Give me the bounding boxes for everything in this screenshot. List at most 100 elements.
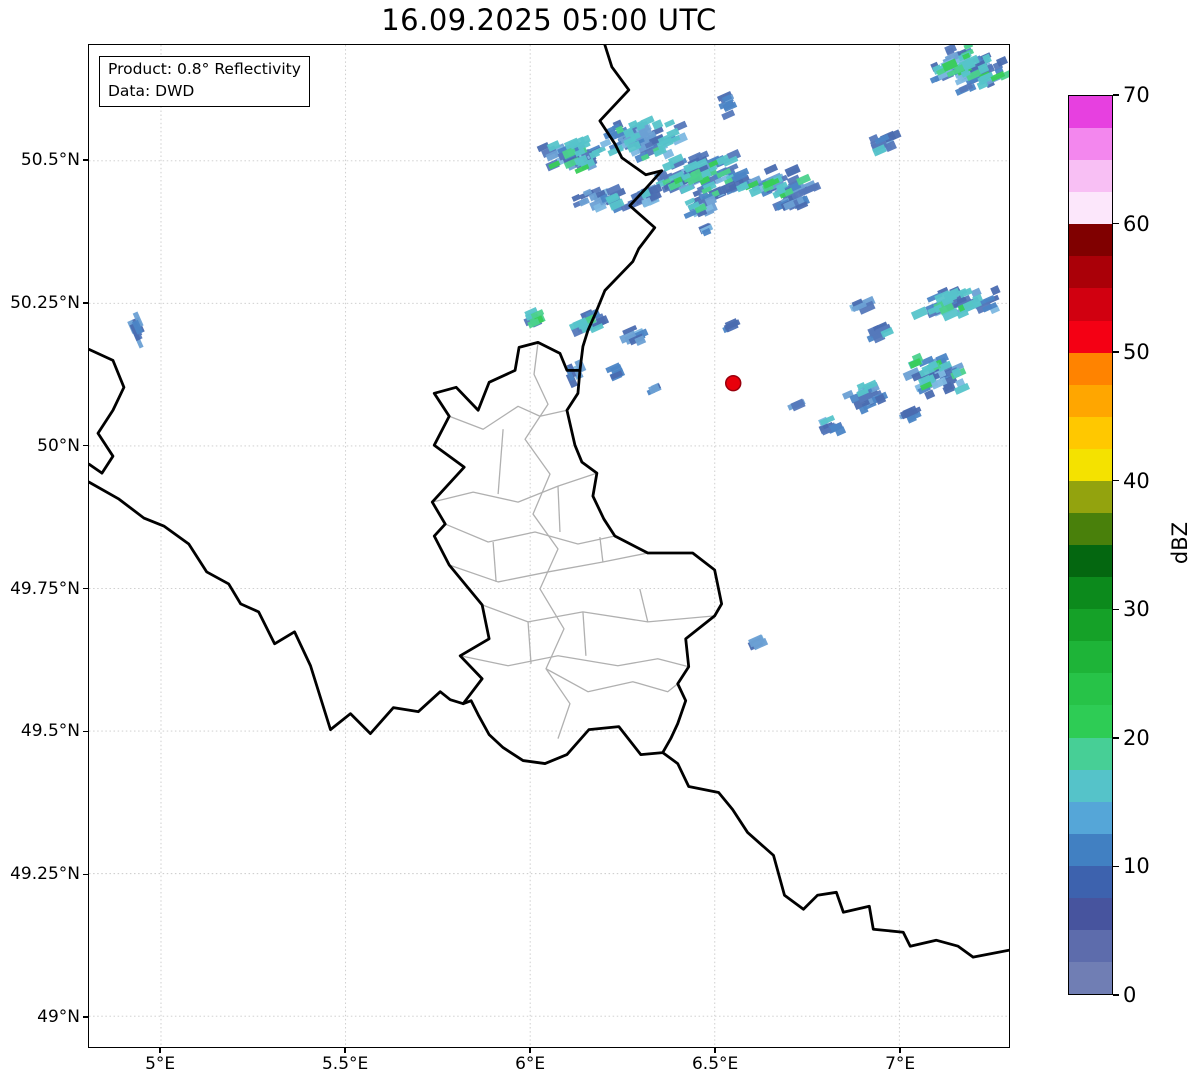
colorbar-tick-label: 10 xyxy=(1123,854,1150,879)
country-border-path xyxy=(661,751,1009,959)
colorbar-segment xyxy=(1069,577,1112,610)
colorbar-segment xyxy=(1069,224,1112,257)
x-tick-mark xyxy=(159,1048,161,1053)
y-tick-label: 50.25°N xyxy=(10,292,80,313)
colorbar-segment xyxy=(1069,545,1112,578)
x-tick-label: 7°E xyxy=(885,1054,916,1074)
x-tick-mark xyxy=(899,1048,901,1053)
radar-echoes xyxy=(127,45,1009,651)
x-tick-label: 5°E xyxy=(145,1054,176,1074)
country-border-path xyxy=(89,347,126,475)
colorbar-segment xyxy=(1069,769,1112,802)
y-tick-mark xyxy=(83,730,88,733)
y-tick-mark xyxy=(83,445,88,447)
colorbar-segment xyxy=(1069,930,1112,963)
y-tick-label: 49°N xyxy=(37,1007,80,1028)
colorbar-segment xyxy=(1069,384,1112,417)
figure-title: 16.09.2025 05:00 UTC xyxy=(381,3,717,37)
colorbar-segment xyxy=(1069,705,1112,738)
admin-border-path xyxy=(449,552,648,583)
colorbar-tick-mark xyxy=(1113,222,1119,225)
colorbar-tick-label: 40 xyxy=(1123,468,1150,493)
product-line: Product: 0.8° Reflectivity xyxy=(108,60,301,78)
y-tick-mark xyxy=(83,873,88,875)
admin-border-path xyxy=(599,536,604,563)
colorbar-segment xyxy=(1069,160,1112,193)
colorbar-segment xyxy=(1069,897,1112,931)
country-border-path xyxy=(89,480,465,736)
colorbar-segment xyxy=(1069,962,1112,995)
radar-site-dot xyxy=(724,374,742,392)
colorbar-segment xyxy=(1069,609,1112,642)
colorbar-segment xyxy=(1069,192,1112,225)
y-tick-mark xyxy=(83,302,88,304)
echo-cell xyxy=(664,119,676,128)
colorbar-tick-label: 70 xyxy=(1123,83,1150,107)
x-tick-label: 5.5°E xyxy=(321,1054,369,1074)
y-tick-label: 49.75°N xyxy=(10,578,80,599)
x-tick-label: 6°E xyxy=(515,1054,546,1074)
colorbar-segment xyxy=(1069,352,1112,385)
radar-site-marker xyxy=(724,374,742,392)
y-tick-label: 49.25°N xyxy=(10,864,80,885)
colorbar-segment xyxy=(1069,865,1112,898)
admin-border-path xyxy=(448,405,568,430)
colorbar-segment xyxy=(1069,801,1112,834)
colorbar-segment xyxy=(1069,480,1112,514)
colorbar-tick-mark xyxy=(1113,994,1119,996)
admin-border-path xyxy=(545,668,679,693)
map-canvas xyxy=(89,45,1009,1047)
colorbar-tick-mark xyxy=(1113,94,1119,96)
echo-cell xyxy=(784,164,801,178)
admin-border-path xyxy=(492,541,497,582)
echo-cell xyxy=(990,285,1001,296)
y-tick-mark xyxy=(83,1016,88,1018)
y-tick-mark xyxy=(83,159,88,161)
x-tick-mark xyxy=(529,1048,531,1053)
x-tick-label: 6.5°E xyxy=(691,1054,739,1074)
country-borders xyxy=(89,45,1009,959)
colorbar-segment xyxy=(1069,833,1112,866)
data-source-line: Data: DWD xyxy=(108,81,195,100)
admin-border-path xyxy=(481,604,715,623)
admin-border-path xyxy=(582,611,587,656)
colorbar-tick-mark xyxy=(1113,608,1119,611)
colorbar-segment xyxy=(1069,513,1112,546)
colorbar-segment xyxy=(1069,673,1112,706)
y-tick-mark xyxy=(83,587,88,590)
colorbar-tick-mark xyxy=(1113,479,1119,482)
country-border-path xyxy=(430,341,724,765)
admin-border-path xyxy=(432,472,598,503)
colorbar-tick-label: 50 xyxy=(1123,340,1150,365)
y-tick-label: 50.5°N xyxy=(20,150,80,170)
map-plot-area: Product: 0.8° Reflectivity Data: DWD xyxy=(88,44,1010,1048)
colorbar-tick-label: 60 xyxy=(1123,211,1150,236)
y-tick-label: 50°N xyxy=(37,435,80,456)
radar-figure: 16.09.2025 05:00 UTC Product: 0.8° Refle… xyxy=(0,0,1202,1081)
echo-cell xyxy=(763,163,779,175)
x-tick-mark xyxy=(344,1048,346,1053)
colorbar-tick-mark xyxy=(1113,351,1119,353)
product-info-box: Product: 0.8° Reflectivity Data: DWD xyxy=(99,56,310,108)
admin-border-path xyxy=(460,655,689,668)
gridlines xyxy=(89,45,1009,1047)
colorbar-segment xyxy=(1069,320,1112,353)
colorbar-segment xyxy=(1069,96,1112,129)
x-tick-mark xyxy=(714,1048,716,1053)
colorbar-segment xyxy=(1069,416,1112,449)
admin-border-path xyxy=(557,486,561,533)
y-tick-label: 49.5°N xyxy=(20,721,80,742)
colorbar-tick-label: 20 xyxy=(1123,725,1150,750)
colorbar xyxy=(1068,95,1113,995)
echo-cell xyxy=(721,109,736,121)
admin-border-path xyxy=(497,429,504,495)
colorbar-segment xyxy=(1069,128,1112,161)
colorbar-segment xyxy=(1069,288,1112,321)
colorbar-segment xyxy=(1069,256,1112,289)
admin-border-path xyxy=(639,588,649,623)
colorbar-label: dBZ xyxy=(1168,521,1192,565)
colorbar-tick-mark xyxy=(1113,865,1119,868)
colorbar-tick-mark xyxy=(1113,737,1119,739)
colorbar-tick-label: 30 xyxy=(1123,597,1150,622)
colorbar-tick-label: 0 xyxy=(1123,983,1137,1007)
